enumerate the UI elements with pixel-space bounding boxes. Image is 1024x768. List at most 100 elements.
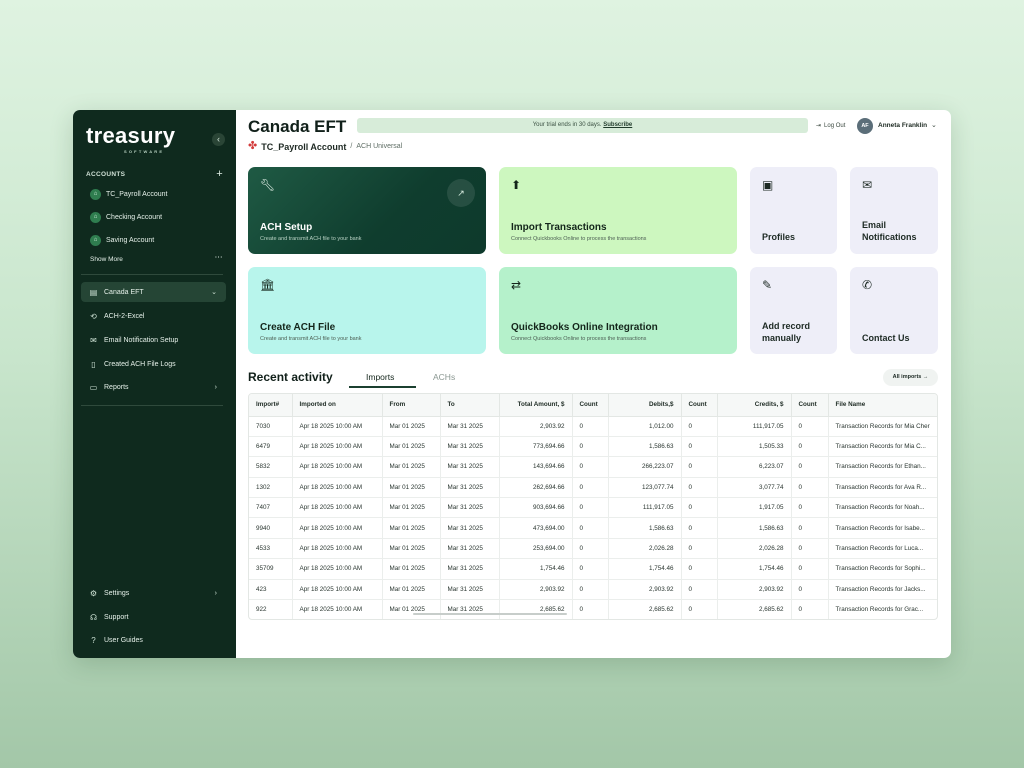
table-cell: Transaction Records for Isabe... bbox=[828, 517, 937, 539]
table-cell: 1,505.33 bbox=[717, 436, 792, 458]
user-name[interactable]: Anneta Franklin bbox=[878, 122, 927, 129]
column-header[interactable]: Total Amount, $ bbox=[499, 394, 573, 417]
folder-icon: ▭ bbox=[89, 382, 98, 392]
card-title: Profiles bbox=[762, 232, 796, 242]
ach-setup-card[interactable]: 🔧︎ ↗ ACH Setup Create and transmit ACH f… bbox=[248, 167, 486, 254]
card-title: Contact Us bbox=[862, 333, 910, 343]
sidebar-account-tc-payroll[interactable]: ⌂ TC_Payroll Account bbox=[90, 189, 167, 200]
sidebar-item-email-notification-setup[interactable]: ✉ Email Notification Setup bbox=[81, 330, 226, 350]
import-transactions-card[interactable]: ⬆ Import Transactions Connect Quickbooks… bbox=[499, 167, 737, 254]
sidebar-item-user-guides[interactable]: ? User Guides bbox=[81, 630, 226, 650]
column-header[interactable]: Debits,$ bbox=[608, 394, 682, 417]
logout-button[interactable]: ⇥ Log Out bbox=[816, 122, 845, 130]
quickbooks-integration-card[interactable]: ⇄ QuickBooks Online Integration Connect … bbox=[499, 267, 737, 354]
page-title: Canada EFT bbox=[248, 117, 347, 136]
table-cell: Apr 18 2025 10:00 AM bbox=[292, 436, 383, 458]
sidebar-item-support[interactable]: ☊ Support bbox=[81, 607, 226, 627]
table-row[interactable]: 922 Apr 18 2025 10:00 AM Mar 01 2025 Mar 31… bbox=[249, 599, 937, 619]
contact-us-card[interactable]: ✆ Contact Us bbox=[850, 267, 938, 354]
card-title: Import Transactions bbox=[511, 222, 607, 233]
column-header[interactable]: Import# bbox=[249, 394, 293, 417]
table-cell: 0 bbox=[791, 497, 829, 519]
table-cell: Transaction Records for Mia Cher bbox=[828, 416, 937, 437]
chevron-down-icon[interactable]: ⌄ bbox=[931, 121, 937, 129]
logo-subtitle: SOFTWARE bbox=[124, 149, 165, 154]
sidebar-account-saving[interactable]: ⌂ Saving Account bbox=[90, 235, 154, 246]
table-cell: 2,685.62 bbox=[499, 599, 573, 619]
accounts-heading-label: ACCOUNTS bbox=[86, 171, 126, 178]
sidebar-item-reports[interactable]: ▭ Reports › bbox=[81, 377, 226, 397]
trial-text: Your trial ends in 30 days. bbox=[532, 122, 602, 128]
column-header[interactable]: To bbox=[440, 394, 500, 417]
table-cell: 2,685.62 bbox=[717, 599, 792, 619]
table-cell: 111,917.05 bbox=[608, 497, 682, 519]
create-ach-file-card[interactable]: 🏛︎ Create ACH File Create and transmit A… bbox=[248, 267, 486, 354]
wrench-icon: 🔧︎ bbox=[260, 178, 276, 192]
table-cell: 0 bbox=[681, 579, 718, 601]
add-record-manually-card[interactable]: ✎ Add record manually bbox=[750, 267, 837, 354]
sidebar-item-settings[interactable]: ⚙ Settings › bbox=[81, 583, 226, 603]
column-header[interactable]: File Name bbox=[828, 394, 937, 417]
add-account-icon[interactable]: + bbox=[216, 168, 223, 180]
table-cell: Mar 01 2025 bbox=[382, 558, 441, 580]
table-cell: 4533 bbox=[249, 538, 293, 560]
all-imports-button[interactable]: All imports → bbox=[883, 369, 938, 386]
sidebar-item-created-ach-file-logs[interactable]: ▯ Created ACH File Logs bbox=[81, 354, 226, 374]
table-row[interactable]: 1302 Apr 18 2025 10:00 AM Mar 01 2025 Mar 3… bbox=[249, 477, 937, 499]
table-cell: Apr 18 2025 10:00 AM bbox=[292, 517, 383, 539]
column-header[interactable]: Count bbox=[572, 394, 609, 417]
table-cell: Transaction Records for Sophi... bbox=[828, 558, 937, 580]
tab-imports[interactable]: Imports bbox=[366, 372, 394, 382]
table-cell: 1,754.46 bbox=[499, 558, 573, 580]
table-row[interactable]: 9940 Apr 18 2025 10:00 AM Mar 01 2025 Mar 3… bbox=[249, 517, 937, 539]
file-icon: ▯ bbox=[91, 359, 96, 369]
email-notifications-card[interactable]: ✉ Email Notifications bbox=[850, 167, 938, 254]
table-row[interactable]: 423 Apr 18 2025 10:00 AM Mar 01 2025 Mar 31… bbox=[249, 579, 937, 601]
table-cell: 1,586.63 bbox=[608, 436, 682, 458]
show-more-label: Show More bbox=[90, 256, 123, 263]
table-cell: Mar 01 2025 bbox=[382, 416, 441, 437]
sidebar-item-ach-2-excel[interactable]: ⟲ ACH-2-Excel bbox=[81, 306, 226, 326]
table-row[interactable]: 5832 Apr 18 2025 10:00 AM Mar 01 2025 Mar 3… bbox=[249, 456, 937, 478]
chevron-left-icon: ‹ bbox=[217, 134, 220, 144]
more-dots-icon[interactable]: ··· bbox=[215, 254, 223, 261]
horizontal-scrollbar[interactable] bbox=[413, 613, 567, 615]
sidebar-item-canada-eft[interactable]: ▤ Canada EFT ⌄ bbox=[81, 282, 226, 302]
tab-achs[interactable]: ACHs bbox=[433, 372, 455, 382]
table-cell: 6,223.07 bbox=[717, 456, 792, 478]
table-cell: 262,694.66 bbox=[499, 477, 573, 499]
upload-icon: ⬆ bbox=[511, 178, 522, 192]
table-cell: 0 bbox=[681, 558, 718, 580]
table-cell: 111,917.05 bbox=[717, 416, 792, 437]
column-header[interactable]: Imported on bbox=[292, 394, 383, 417]
breadcrumb-account[interactable]: TC_Payroll Account bbox=[261, 142, 346, 152]
table-cell: 2,685.62 bbox=[608, 599, 682, 619]
column-header[interactable]: Credits, $ bbox=[717, 394, 792, 417]
sidebar-account-checking[interactable]: ⌂ Checking Account bbox=[90, 212, 162, 223]
table-cell: Mar 31 2025 bbox=[440, 497, 500, 519]
table-cell: 6479 bbox=[249, 436, 293, 458]
profiles-card[interactable]: ▣ Profiles bbox=[750, 167, 837, 254]
card-title: Create ACH File bbox=[260, 322, 336, 333]
table-row[interactable]: 7407 Apr 18 2025 10:00 AM Mar 01 2025 Mar 3… bbox=[249, 497, 937, 519]
subscribe-link[interactable]: Subscribe bbox=[603, 122, 632, 128]
table-row[interactable]: 4533 Apr 18 2025 10:00 AM Mar 01 2025 Mar 3… bbox=[249, 538, 937, 560]
logo[interactable]: treasury SOFTWARE bbox=[86, 124, 175, 155]
table-cell: Transaction Records for Ethan... bbox=[828, 456, 937, 478]
breadcrumb-separator: / bbox=[350, 143, 353, 150]
arrow-up-right-icon[interactable]: ↗ bbox=[447, 179, 475, 207]
column-header[interactable]: Count bbox=[681, 394, 718, 417]
column-header[interactable]: From bbox=[382, 394, 441, 417]
table-cell: 0 bbox=[681, 538, 718, 560]
bank-icon: ⌂ bbox=[90, 235, 101, 246]
column-header[interactable]: Count bbox=[791, 394, 829, 417]
table-cell: 9940 bbox=[249, 517, 293, 539]
table-row[interactable]: 35709 Apr 18 2025 10:00 AM Mar 01 2025 Mar … bbox=[249, 558, 937, 580]
table-cell: 3,077.74 bbox=[717, 477, 792, 499]
collapse-sidebar-button[interactable]: ‹ bbox=[212, 133, 225, 146]
sidebar-item-label: Support bbox=[104, 613, 129, 621]
table-row[interactable]: 6479 Apr 18 2025 10:00 AM Mar 01 2025 Mar 3… bbox=[249, 436, 937, 458]
show-more-button[interactable]: Show More ··· bbox=[90, 254, 223, 263]
avatar[interactable]: AF bbox=[857, 118, 873, 134]
table-row[interactable]: 7030 Apr 18 2025 10:00 AM Mar 01 2025 Mar 3… bbox=[249, 416, 937, 437]
